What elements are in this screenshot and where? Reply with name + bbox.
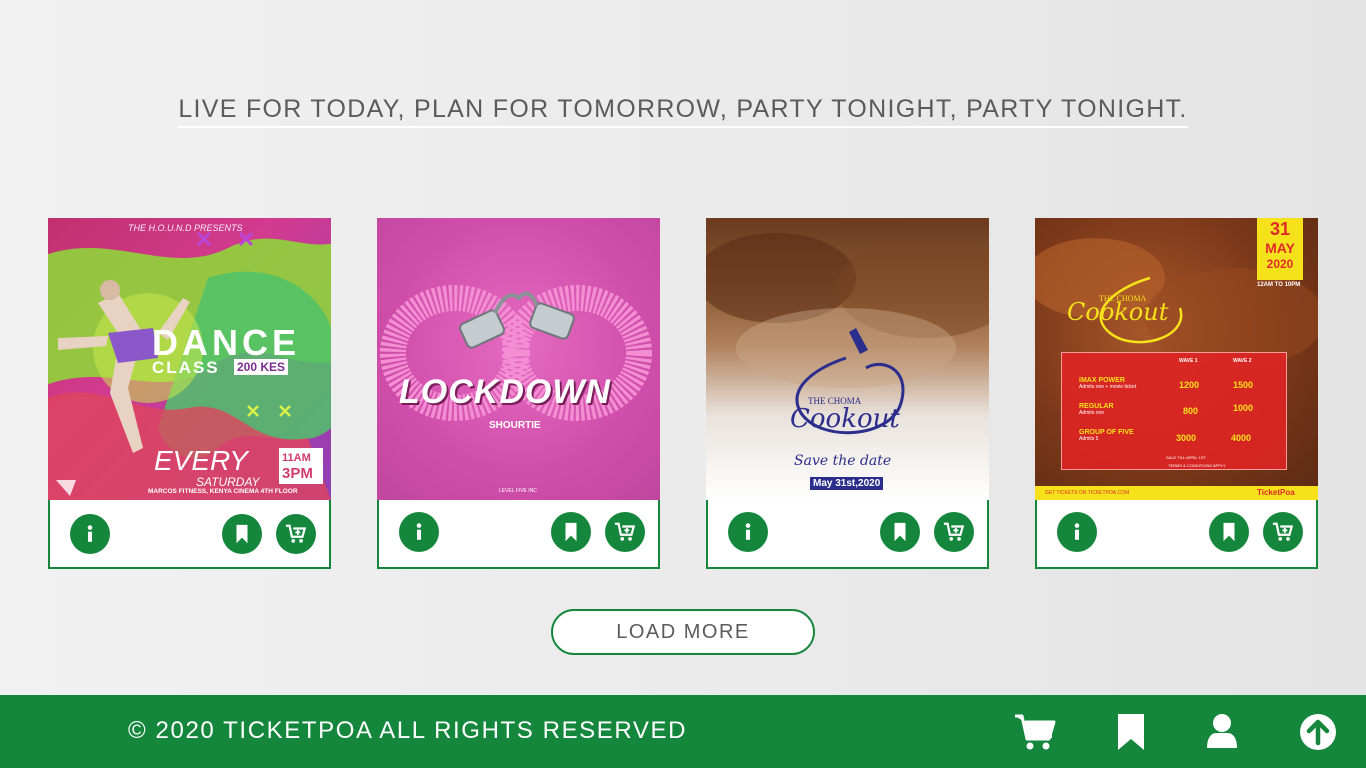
poster-brand-main: Cookout [790, 404, 900, 434]
poster-title: LOCKDOWN [399, 373, 611, 411]
tier-name: REGULAR [1079, 403, 1114, 410]
tier-row: IMAX POWER Admits one + movie ticket [1079, 377, 1136, 390]
tier-wave1-price: 3000 [1176, 433, 1197, 443]
tier-wave2-price: 1000 [1233, 403, 1254, 413]
tagline: LIVE FOR TODAY, PLAN FOR TOMORROW, PARTY… [0, 95, 1366, 128]
info-button[interactable] [1057, 512, 1097, 552]
tier-sub: Admits 5 [1079, 436, 1099, 442]
poster-date-badge: 31 MAY 2020 [1257, 218, 1303, 280]
info-icon [416, 523, 422, 540]
poster-hours: 12AM TO 10PM [1257, 282, 1301, 288]
cart-icon[interactable] [1014, 713, 1056, 751]
bookmark-button[interactable] [551, 512, 591, 552]
add-to-cart-button[interactable] [605, 512, 645, 552]
footer: © 2020 TICKETPOA ALL RIGHTS RESERVED [0, 695, 1366, 768]
cart-icon [285, 524, 307, 543]
poster-date: May 31st,2020 [810, 477, 884, 490]
copyright-text: © 2020 TICKETPOA ALL RIGHTS RESERVED [128, 717, 688, 744]
poster-artist: SHOURTIE [489, 420, 541, 431]
load-more-button[interactable]: LOAD MORE [551, 609, 815, 655]
event-poster[interactable]: LOCKDOWN SHOURTIE LEVEL FIVE INC [377, 218, 660, 500]
cart-icon [943, 522, 965, 541]
tier-name: IMAX POWER [1079, 377, 1125, 384]
info-icon [87, 525, 93, 542]
tier-wave1-price: 1200 [1179, 380, 1200, 390]
poster-footer-left: GET TICKETS ON TICKETPOA.COM [1045, 490, 1130, 496]
tier-wave2-price: 1500 [1233, 380, 1254, 390]
bookmark-icon [894, 522, 906, 542]
user-icon[interactable] [1206, 713, 1238, 749]
info-button[interactable] [728, 512, 768, 552]
poster-day: SATURDAY [196, 475, 260, 489]
bookmark-icon [565, 522, 577, 542]
poster-title-line2: CLASS [152, 358, 220, 377]
poster-date-day: 31 [1269, 219, 1291, 239]
event-card-choma-tickets: 31 MAY 2020 12AM TO 10PM THE CHOMA Cooko… [1035, 218, 1318, 569]
event-actions [48, 500, 331, 569]
event-card-lockdown: LOCKDOWN SHOURTIE LEVEL FIVE INC [377, 218, 660, 569]
tier-wave1-price: 800 [1183, 406, 1199, 416]
add-to-cart-button[interactable] [1263, 512, 1303, 552]
wave1-label: WAVE 1 [1179, 358, 1198, 364]
poster-venue: MARCOS FITNESS, KENYA CINEMA 4TH FLOOR [148, 488, 298, 495]
poster-org: LEVEL FIVE INC [499, 488, 537, 494]
bookmark-icon [236, 524, 248, 544]
bookmark-icon[interactable] [1117, 713, 1145, 751]
arrow-up-circle-icon[interactable] [1299, 713, 1337, 751]
event-card-choma-save-date: THE CHOMA Cookout Save the date May 31st… [706, 218, 989, 569]
bookmark-button[interactable] [222, 514, 262, 554]
info-icon [1074, 523, 1080, 540]
tier-sub: Admits one [1079, 410, 1105, 416]
bookmark-icon [1223, 522, 1235, 542]
bookmark-button[interactable] [880, 512, 920, 552]
event-actions [706, 500, 989, 569]
wave2-label: WAVE 2 [1233, 358, 1252, 364]
add-to-cart-button[interactable] [934, 512, 974, 552]
bookmark-button[interactable] [1209, 512, 1249, 552]
terms-note: TERMS & CONDITIONS APPLY [1168, 463, 1226, 468]
event-card-dance: THE H.O.U.N.D PRESENTS DANCE CLASS 200 K… [48, 218, 331, 569]
cart-icon [1272, 522, 1294, 541]
tier-row: GROUP OF FIVE Admits 5 [1079, 429, 1134, 442]
sale-note: SALE TILL APRIL 1ST [1166, 455, 1206, 460]
poster-presents: THE H.O.U.N.D PRESENTS [128, 223, 243, 233]
cart-icon [614, 522, 636, 541]
tier-row: REGULAR Admits one [1079, 403, 1114, 416]
poster-footer-brand: TicketPoa [1257, 488, 1295, 497]
poster-save-date: Save the date [794, 453, 892, 469]
poster-brand-main: Cookout [1067, 298, 1169, 326]
poster-time-badge: 11AM 3PM [279, 448, 323, 484]
tier-sub: Admits one + movie ticket [1079, 384, 1137, 390]
info-button[interactable] [399, 512, 439, 552]
event-actions [377, 500, 660, 569]
add-to-cart-button[interactable] [276, 514, 316, 554]
info-button[interactable] [70, 514, 110, 554]
poster-footer-strip: GET TICKETS ON TICKETPOA.COM TicketPoa [1035, 486, 1318, 500]
poster-price-badge: 200 KES [234, 359, 289, 375]
poster-time-top: 11AM [282, 452, 311, 464]
ticket-price-table: WAVE 1 WAVE 2 IMAX POWER Admits one + mo… [1061, 352, 1287, 470]
poster-date-year: 2020 [1266, 257, 1294, 271]
event-poster[interactable]: THE CHOMA Cookout Save the date May 31st… [706, 218, 989, 500]
event-poster[interactable]: 31 MAY 2020 12AM TO 10PM THE CHOMA Cooko… [1035, 218, 1318, 500]
poster-time-bottom: 3PM [282, 465, 313, 482]
poster-date-month: MAY [1265, 240, 1295, 256]
info-icon [745, 523, 751, 540]
tier-wave2-price: 4000 [1231, 433, 1252, 443]
event-poster[interactable]: THE H.O.U.N.D PRESENTS DANCE CLASS 200 K… [48, 218, 331, 500]
tagline-text: LIVE FOR TODAY, PLAN FOR TOMORROW, PARTY… [178, 95, 1188, 128]
poster-schedule: EVERY [154, 445, 248, 476]
tier-name: GROUP OF FIVE [1079, 429, 1134, 436]
event-actions [1035, 500, 1318, 569]
